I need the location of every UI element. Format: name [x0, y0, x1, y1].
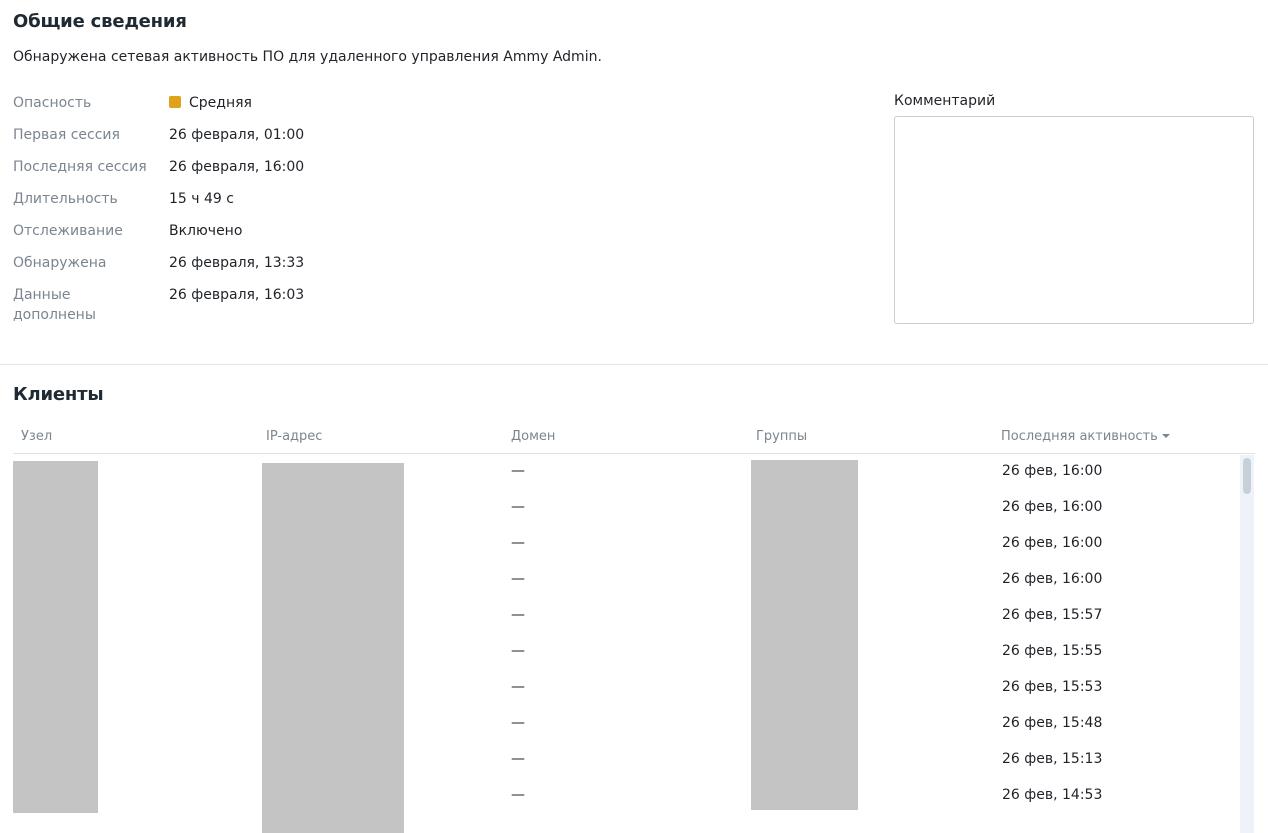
- domain-cell: —: [511, 751, 525, 767]
- clients-table-body: — 26 фев, 16:00 — 26 фев, 16:00 — 26 фев…: [13, 455, 1240, 833]
- last-activity-cell: 26 фев, 15:55: [1002, 643, 1103, 659]
- property-row-enriched: Данные дополнены 26 февраля, 16:03: [13, 284, 413, 328]
- property-row-tracking: Отслеживание Включено: [13, 220, 413, 252]
- property-row-last-session: Последняя сессия 26 февраля, 16:00: [13, 156, 413, 188]
- column-header-ip[interactable]: IP-адрес: [266, 429, 322, 444]
- table-row[interactable]: — 26 фев, 16:00: [13, 491, 1240, 527]
- clients-title: Клиенты: [13, 384, 104, 405]
- column-header-groups[interactable]: Группы: [756, 429, 807, 444]
- comment-label: Комментарий: [894, 93, 996, 109]
- property-value: Включено: [169, 223, 243, 239]
- table-row[interactable]: — 26 фев, 15:13: [13, 743, 1240, 779]
- table-row[interactable]: — 26 фев, 16:00: [13, 527, 1240, 563]
- table-row[interactable]: — 26 фев, 14:53: [13, 779, 1240, 815]
- page-title: Общие сведения: [13, 11, 187, 32]
- table-row[interactable]: — 26 фев, 16:00: [13, 563, 1240, 599]
- domain-cell: —: [511, 715, 525, 731]
- properties-list: Опасность Средняя Первая сессия 26 февра…: [13, 92, 413, 328]
- domain-cell: —: [511, 787, 525, 803]
- domain-cell: —: [511, 571, 525, 587]
- property-row-first-session: Первая сессия 26 февраля, 01:00: [13, 124, 413, 156]
- domain-cell: —: [511, 499, 525, 515]
- property-label: Обнаружена: [13, 255, 107, 271]
- domain-cell: —: [511, 463, 525, 479]
- last-activity-cell: 26 фев, 15:13: [1002, 751, 1103, 767]
- last-activity-cell: 26 фев, 16:00: [1002, 535, 1103, 551]
- last-activity-cell: 26 фев, 16:00: [1002, 499, 1103, 515]
- incident-description: Обнаружена сетевая активность ПО для уда…: [13, 49, 602, 65]
- table-row[interactable]: — 26 фев, 15:53: [13, 671, 1240, 707]
- property-value: 26 февраля, 13:33: [169, 255, 305, 271]
- clients-table-header: Узел IP-адрес Домен Группы Последняя акт…: [13, 420, 1255, 454]
- last-activity-cell: 26 фев, 15:48: [1002, 715, 1103, 731]
- last-activity-cell: 26 фев, 16:00: [1002, 463, 1103, 479]
- last-activity-cell: 26 фев, 15:53: [1002, 679, 1103, 695]
- property-value: 26 февраля, 01:00: [169, 127, 305, 143]
- caret-down-icon[interactable]: [1161, 434, 1170, 438]
- property-label: Длительность: [13, 191, 118, 207]
- column-header-last-activity-label: Последняя активность: [1001, 429, 1158, 444]
- property-label: Отслеживание: [13, 223, 123, 239]
- table-row[interactable]: — 26 фев, 16:00: [13, 455, 1240, 491]
- table-scrollbar[interactable]: [1240, 455, 1254, 833]
- domain-cell: —: [511, 679, 525, 695]
- comment-field[interactable]: [894, 116, 1254, 324]
- table-row[interactable]: — 26 фев, 15:55: [13, 635, 1240, 671]
- property-label: Последняя сессия: [13, 159, 147, 175]
- domain-cell: —: [511, 535, 525, 551]
- property-row-severity: Опасность Средняя: [13, 92, 413, 124]
- property-value: 26 февраля, 16:00: [169, 159, 305, 175]
- property-value: 26 февраля, 16:03: [169, 287, 305, 303]
- column-header-host[interactable]: Узел: [21, 429, 52, 444]
- last-activity-cell: 26 фев, 15:57: [1002, 607, 1103, 623]
- section-divider: [0, 364, 1268, 365]
- table-row[interactable]: — 26 фев, 15:48: [13, 707, 1240, 743]
- domain-cell: —: [511, 643, 525, 659]
- property-row-detected: Обнаружена 26 февраля, 13:33: [13, 252, 413, 284]
- property-label: Опасность: [13, 95, 92, 111]
- domain-cell: —: [511, 607, 525, 623]
- property-label: Данные дополнены: [13, 287, 96, 323]
- property-row-duration: Длительность 15 ч 49 с: [13, 188, 413, 220]
- property-value: 15 ч 49 с: [169, 191, 234, 207]
- column-header-domain[interactable]: Домен: [511, 429, 555, 444]
- severity-text: Средняя: [189, 95, 252, 111]
- property-label: Первая сессия: [13, 127, 120, 143]
- scrollbar-thumb[interactable]: [1243, 458, 1251, 494]
- table-row[interactable]: — 26 фев, 15:57: [13, 599, 1240, 635]
- severity-value: Средняя: [169, 93, 252, 113]
- last-activity-cell: 26 фев, 14:53: [1002, 787, 1103, 803]
- last-activity-cell: 26 фев, 16:00: [1002, 571, 1103, 587]
- severity-indicator-icon: [169, 96, 181, 108]
- column-header-last-activity[interactable]: Последняя активность: [1001, 429, 1170, 444]
